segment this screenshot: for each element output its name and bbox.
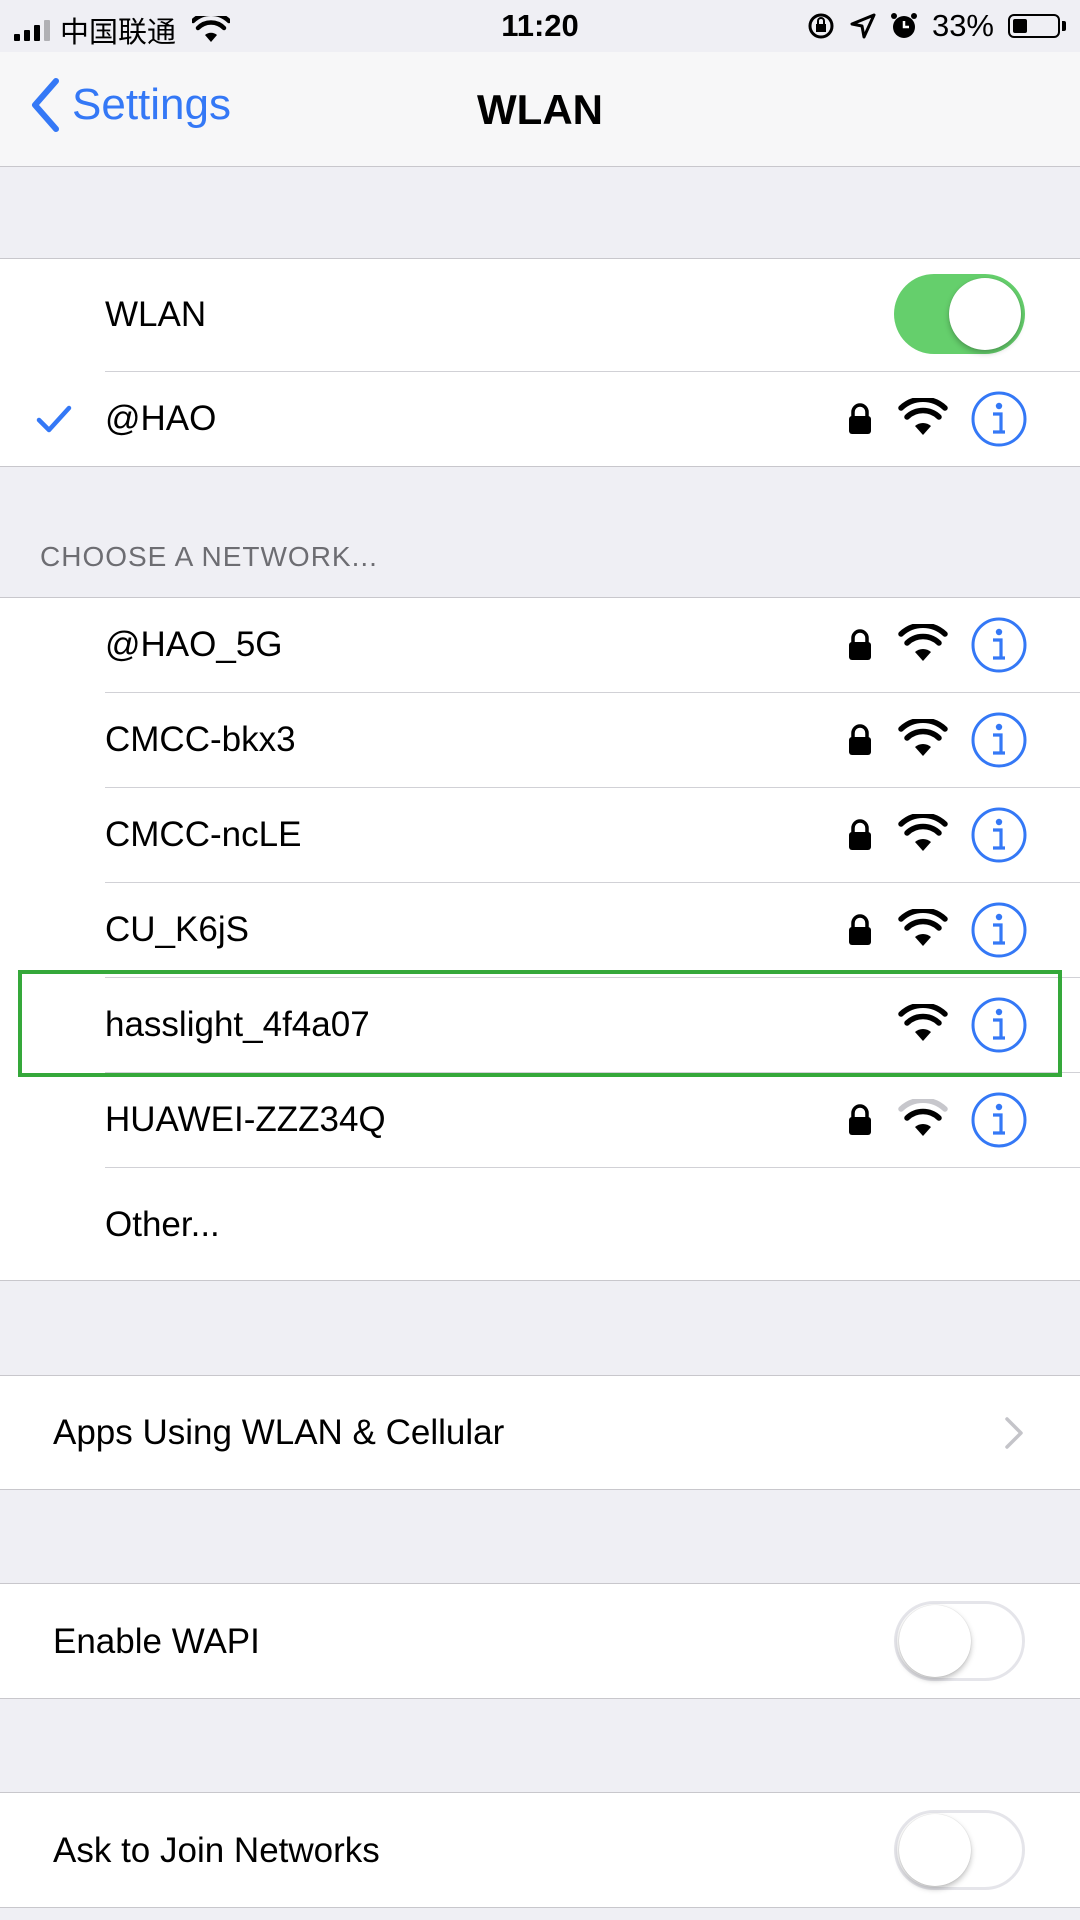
- lock-icon: [849, 629, 871, 660]
- wlan-toggle[interactable]: [894, 274, 1025, 354]
- network-row[interactable]: @HAO_5G: [0, 598, 1080, 693]
- chevron-right-icon: [1005, 1417, 1023, 1449]
- status-bar: 中国联通 11:20 33%: [0, 0, 1080, 52]
- wifi-icon: [898, 398, 948, 435]
- info-icon[interactable]: [970, 901, 1028, 959]
- connected-network-name: @HAO: [105, 399, 217, 438]
- wlan-group: WLAN @HAO: [0, 258, 1080, 467]
- network-name: CU_K6jS: [105, 910, 249, 949]
- navigation-bar: Settings WLAN: [0, 52, 1080, 167]
- wifi-icon: [898, 909, 948, 946]
- battery-icon: [1008, 14, 1066, 38]
- page-title: WLAN: [477, 86, 603, 133]
- network-row[interactable]: hasslight_4f4a07: [0, 978, 1080, 1073]
- lock-icon: [849, 914, 871, 945]
- apps-using-label: Apps Using WLAN & Cellular: [53, 1413, 505, 1452]
- checkmark-icon: [36, 405, 72, 433]
- network-name: HUAWEI-ZZZ34Q: [105, 1100, 386, 1139]
- network-row[interactable]: CMCC-bkx3: [0, 693, 1080, 788]
- other-label: Other...: [105, 1205, 220, 1244]
- ask-join-group: Ask to Join Networks: [0, 1792, 1080, 1908]
- network-row[interactable]: HUAWEI-ZZZ34Q: [0, 1073, 1080, 1168]
- apps-using-row[interactable]: Apps Using WLAN & Cellular: [0, 1376, 1080, 1489]
- wifi-icon: [898, 1004, 948, 1041]
- network-list: @HAO_5G CMCC-bkx3 CMCC-ncLE CU_K6jS hassligh…: [0, 597, 1080, 1281]
- ask-to-join-toggle[interactable]: [894, 1810, 1025, 1890]
- lock-icon: [849, 403, 871, 434]
- info-icon[interactable]: [970, 1091, 1028, 1149]
- network-name: hasslight_4f4a07: [105, 1005, 370, 1044]
- wifi-icon: [898, 814, 948, 851]
- enable-wapi-toggle[interactable]: [894, 1601, 1025, 1681]
- network-name: CMCC-ncLE: [105, 815, 302, 854]
- network-row[interactable]: CMCC-ncLE: [0, 788, 1080, 883]
- info-icon[interactable]: [970, 616, 1028, 674]
- other-network-row[interactable]: Other...: [0, 1168, 1080, 1280]
- network-name: @HAO_5G: [105, 625, 283, 664]
- lock-icon: [849, 724, 871, 755]
- orientation-lock-icon: [808, 13, 834, 39]
- info-icon[interactable]: [970, 806, 1028, 864]
- wlan-toggle-row: WLAN: [0, 259, 1080, 372]
- connected-network-row[interactable]: @HAO: [0, 372, 1080, 466]
- wifi-icon: [898, 719, 948, 756]
- enable-wapi-row: Enable WAPI: [0, 1584, 1080, 1698]
- lock-icon: [849, 819, 871, 850]
- ask-to-join-label: Ask to Join Networks: [53, 1831, 380, 1870]
- apps-using-group: Apps Using WLAN & Cellular: [0, 1375, 1080, 1490]
- wlan-label: WLAN: [105, 295, 207, 334]
- enable-wapi-label: Enable WAPI: [53, 1622, 260, 1661]
- battery-percent: 33%: [931, 8, 994, 43]
- location-icon: [850, 13, 876, 39]
- wifi-icon: [898, 1099, 948, 1136]
- ask-to-join-row: Ask to Join Networks: [0, 1793, 1080, 1907]
- lock-icon: [849, 1104, 871, 1135]
- wlan-settings-screen: 中国联通 11:20 33% Settings WLAN WLAN @HAO C…: [0, 0, 1080, 1920]
- status-right: 33%: [806, 8, 1066, 44]
- network-name: CMCC-bkx3: [105, 720, 296, 759]
- info-icon[interactable]: [970, 996, 1028, 1054]
- info-icon[interactable]: [970, 390, 1028, 448]
- alarm-icon: [890, 13, 917, 38]
- network-row[interactable]: CU_K6jS: [0, 883, 1080, 978]
- wapi-group: Enable WAPI: [0, 1583, 1080, 1699]
- wifi-icon: [898, 624, 948, 661]
- info-icon[interactable]: [970, 711, 1028, 769]
- choose-network-header: CHOOSE A NETWORK...: [40, 541, 378, 572]
